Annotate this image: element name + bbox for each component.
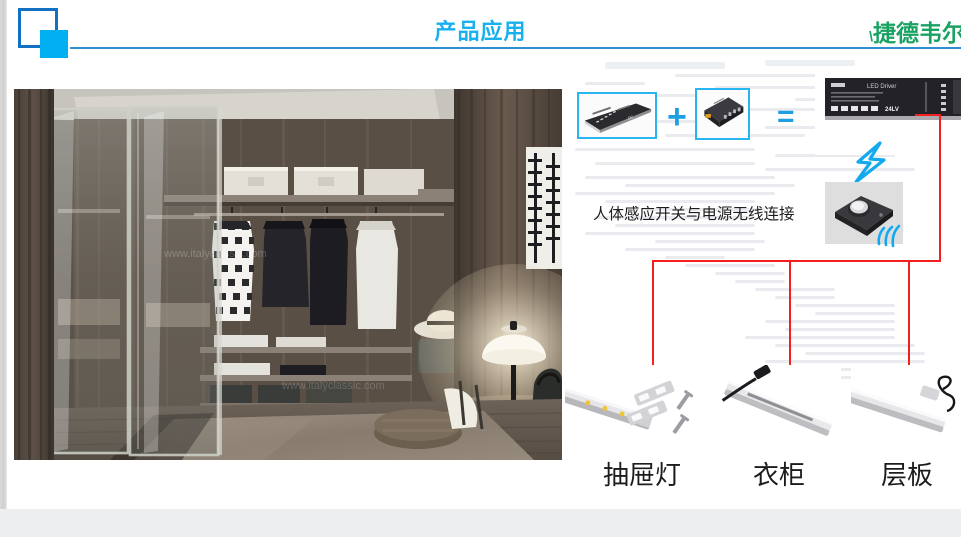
diagram-caption: 人体感应开关与电源无线连接	[593, 206, 795, 223]
plus-operator-icon: +	[667, 98, 687, 136]
wireless-controller-box[interactable]	[695, 88, 750, 140]
connector-line-horizontal	[652, 260, 941, 262]
connector-drop-1	[652, 260, 654, 365]
connector-drop-2	[789, 260, 791, 368]
connector-line-top	[915, 114, 941, 116]
brand-label: 捷德韦尔	[873, 20, 961, 46]
lightning-bolt-icon	[854, 141, 886, 184]
bottom-strip	[0, 509, 961, 537]
product-image-drawer-light[interactable]	[565, 365, 706, 450]
led-driver-power-supply[interactable]: DC	[577, 92, 657, 139]
header-divider	[70, 47, 961, 49]
connector-line-right	[939, 114, 941, 262]
svg-text:www.italyclassic.com: www.italyclassic.com	[281, 380, 385, 392]
product-system-diagram: DC + = LED Driver 24LV 人体感应开关与电源无线连接 抽屉灯…	[565, 60, 961, 537]
product-image-wardrobe-light[interactable]	[717, 365, 841, 450]
left-edge-strip	[0, 0, 7, 537]
product-label-shelf: 层板	[880, 460, 933, 490]
connector-drop-3	[908, 260, 910, 365]
svg-text:24LV: 24LV	[885, 107, 899, 113]
equals-operator-icon: =	[777, 100, 795, 133]
svg-text:www.italyclassic.com: www.italyclassic.com	[163, 248, 267, 260]
product-label-drawer-light: 抽屉灯	[602, 460, 681, 490]
product-label-wardrobe: 衣柜	[752, 460, 805, 490]
slide-header: 产品应用 \捷德韦尔	[0, 0, 961, 66]
svg-text:LED Driver: LED Driver	[867, 84, 896, 90]
wireless-waves-icon	[877, 224, 901, 248]
brand-name: \捷德韦尔	[869, 14, 961, 48]
product-image-shelf-light[interactable]	[851, 365, 961, 450]
wardrobe-interior-photo: www.italyclassic.com www.italyclassic.co…	[14, 89, 562, 460]
page-title: 产品应用	[434, 19, 527, 44]
slide-canvas: 产品应用 \捷德韦尔 DC + = LED Driver 24LV 人体感应开关…	[0, 0, 961, 537]
